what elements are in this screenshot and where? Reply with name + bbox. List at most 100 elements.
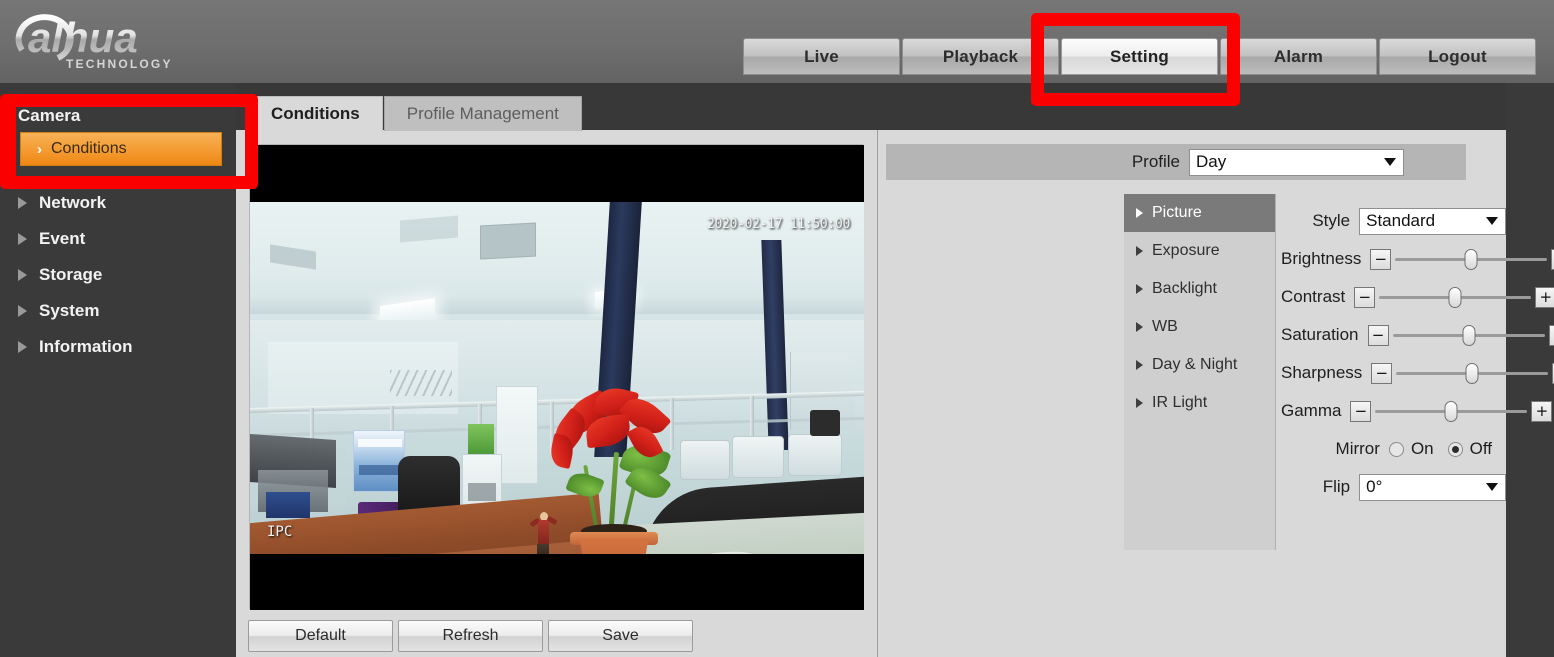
chevron-down-icon xyxy=(1486,217,1498,225)
contrast-increment-button[interactable]: + xyxy=(1535,286,1554,308)
saturation-decrement-button[interactable]: − xyxy=(1367,324,1389,346)
contrast-thumb[interactable] xyxy=(1448,286,1462,308)
submenu-item-backlight[interactable]: Backlight xyxy=(1124,270,1275,308)
contrast-track[interactable] xyxy=(1375,286,1535,308)
gamma-row: Gamma − + 50 xyxy=(1281,392,1553,430)
brightness-label: Brightness xyxy=(1281,249,1362,268)
sharpness-track[interactable] xyxy=(1392,362,1552,384)
sidebar-item-system[interactable]: System xyxy=(0,293,236,329)
chevron-down-icon xyxy=(1384,158,1396,166)
panel-divider xyxy=(877,130,878,657)
gamma-slider[interactable]: − + 50 xyxy=(1350,400,1554,422)
tab-conditions[interactable]: Conditions xyxy=(248,96,383,131)
submenu-item-day-night-label: Day & Night xyxy=(1152,356,1238,373)
triangle-right-icon xyxy=(1136,322,1143,332)
gamma-track[interactable] xyxy=(1371,400,1531,422)
profile-select-value: Day xyxy=(1196,152,1227,171)
flip-select-value: 0° xyxy=(1366,477,1383,496)
brightness-track[interactable] xyxy=(1391,248,1551,270)
refresh-button[interactable]: Refresh xyxy=(398,620,543,652)
gamma-decrement-button[interactable]: − xyxy=(1350,400,1372,422)
mirror-row: Mirror On Off xyxy=(1281,430,1506,468)
mirror-off-label: Off xyxy=(1469,439,1492,458)
brightness-thumb[interactable] xyxy=(1464,248,1478,270)
triangle-right-icon xyxy=(18,305,27,317)
submenu-item-picture[interactable]: Picture xyxy=(1124,194,1275,232)
submenu-item-ir-light[interactable]: IR Light xyxy=(1124,384,1275,422)
mirror-on-radio[interactable] xyxy=(1388,441,1404,457)
style-select[interactable]: Standard xyxy=(1359,207,1506,235)
nav-tab-playback[interactable]: Playback xyxy=(902,38,1059,75)
saturation-slider[interactable]: − + 50 xyxy=(1367,324,1554,346)
sharpness-decrement-button[interactable]: − xyxy=(1371,362,1393,384)
triangle-right-icon xyxy=(18,341,27,353)
gamma-increment-button[interactable]: + xyxy=(1531,400,1553,422)
nav-tab-alarm[interactable]: Alarm xyxy=(1220,38,1377,75)
submenu-item-wb[interactable]: WB xyxy=(1124,308,1275,346)
svg-text:TECHNOLOGY: TECHNOLOGY xyxy=(66,57,173,71)
mirror-radio-group: On Off xyxy=(1388,439,1506,459)
mirror-off-radio[interactable] xyxy=(1447,441,1463,457)
sharpness-thumb[interactable] xyxy=(1465,362,1479,384)
sidebar-item-camera[interactable]: Camera xyxy=(0,101,236,131)
triangle-right-icon xyxy=(1136,208,1143,218)
contrast-row: Contrast − + 50 xyxy=(1281,278,1554,316)
saturation-track[interactable] xyxy=(1389,324,1549,346)
sidebar-item-information-label: Information xyxy=(39,337,133,356)
nav-tab-logout[interactable]: Logout xyxy=(1379,38,1536,75)
default-button[interactable]: Default xyxy=(248,620,393,652)
saturation-label: Saturation xyxy=(1281,325,1359,344)
triangle-right-icon xyxy=(18,269,27,281)
tab-profile-management[interactable]: Profile Management xyxy=(383,96,582,131)
sidebar-item-storage[interactable]: Storage xyxy=(0,257,236,293)
sidebar-item-network[interactable]: Network xyxy=(0,185,236,221)
brightness-row: Brightness − + 50 xyxy=(1281,240,1554,278)
profile-label: Profile xyxy=(1131,152,1180,171)
sidebar-item-conditions[interactable]: › Conditions xyxy=(20,132,222,166)
video-channel-label: IPC xyxy=(267,524,293,540)
gamma-label: Gamma xyxy=(1281,401,1342,420)
picture-submenu: Picture Exposure Backlight WB Day & Nigh… xyxy=(1124,194,1276,550)
triangle-right-icon xyxy=(1136,246,1143,256)
sidebar-item-event[interactable]: Event xyxy=(0,221,236,257)
triangle-right-icon xyxy=(18,233,27,245)
submenu-item-backlight-label: Backlight xyxy=(1152,280,1217,297)
settings-panel: Profile Day Picture Exposure Backlight W… xyxy=(881,130,1554,657)
saturation-increment-button[interactable]: + xyxy=(1548,324,1554,346)
submenu-item-picture-label: Picture xyxy=(1152,204,1202,221)
submenu-item-day-night[interactable]: Day & Night xyxy=(1124,346,1275,384)
style-row: Style Standard xyxy=(1281,202,1506,240)
saturation-thumb[interactable] xyxy=(1462,324,1475,346)
nav-tab-setting[interactable]: Setting xyxy=(1061,38,1218,75)
triangle-right-icon xyxy=(18,197,27,209)
submenu-item-wb-label: WB xyxy=(1152,318,1178,335)
app-header: alhua TECHNOLOGY Live Playback Setting A… xyxy=(0,0,1554,83)
sharpness-slider[interactable]: − + 50 xyxy=(1371,362,1554,384)
contrast-label: Contrast xyxy=(1281,287,1346,306)
sidebar-item-information[interactable]: Information xyxy=(0,329,236,365)
sidebar-item-network-label: Network xyxy=(39,193,107,212)
style-label: Style xyxy=(1312,211,1351,230)
save-button[interactable]: Save xyxy=(548,620,693,652)
triangle-right-icon xyxy=(1136,360,1143,370)
content-area: 2020-02-17 11:50:00 IPC Default Refresh … xyxy=(236,130,1554,657)
mirror-on-label: On xyxy=(1410,439,1434,458)
video-preview[interactable]: 2020-02-17 11:50:00 IPC xyxy=(249,144,864,610)
content-tab-bar: Conditions Profile Management xyxy=(248,96,582,131)
contrast-decrement-button[interactable]: − xyxy=(1354,286,1376,308)
svg-text:alhua: alhua xyxy=(28,14,138,61)
profile-row: Profile Day xyxy=(886,144,1466,180)
nav-tab-live[interactable]: Live xyxy=(743,38,900,75)
gamma-thumb[interactable] xyxy=(1444,400,1458,422)
brightness-decrement-button[interactable]: − xyxy=(1370,248,1392,270)
flip-label: Flip xyxy=(1322,477,1351,496)
style-select-value: Standard xyxy=(1366,211,1436,230)
profile-select[interactable]: Day xyxy=(1189,148,1404,176)
submenu-item-exposure[interactable]: Exposure xyxy=(1124,232,1275,270)
sidebar-item-storage-label: Storage xyxy=(39,265,103,284)
contrast-slider[interactable]: − + 50 xyxy=(1354,286,1554,308)
sharpness-label: Sharpness xyxy=(1281,363,1363,382)
flip-select[interactable]: 0° xyxy=(1359,473,1506,501)
dahua-logo: alhua TECHNOLOGY xyxy=(14,8,224,74)
brightness-slider[interactable]: − + 50 xyxy=(1370,248,1554,270)
